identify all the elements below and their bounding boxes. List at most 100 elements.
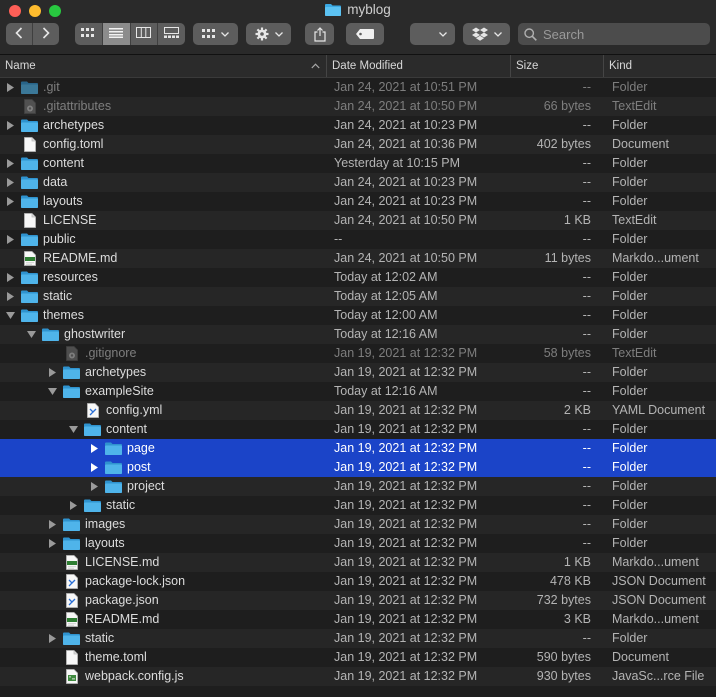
name-cell: page [88, 439, 155, 458]
disclosure-collapsed-icon[interactable] [88, 463, 100, 472]
disclosure-collapsed-icon[interactable] [4, 83, 16, 92]
disclosure-collapsed-icon[interactable] [67, 501, 79, 510]
file-row[interactable]: package.json Jan 19, 2021 at 12:32 PM 732 … [0, 591, 716, 610]
disclosure-collapsed-icon[interactable] [4, 292, 16, 301]
file-row[interactable]: config.yml Jan 19, 2021 at 12:32 PM 2 KB YA… [0, 401, 716, 420]
file-row[interactable]: .gitignore Jan 19, 2021 at 12:32 PM 58 byt… [0, 344, 716, 363]
disclosure-collapsed-icon[interactable] [4, 159, 16, 168]
file-size: 402 bytes [536, 137, 591, 151]
icon-view-button[interactable] [75, 23, 103, 45]
file-row[interactable]: public -- -- Folder [0, 230, 716, 249]
disclosure-collapsed-icon[interactable] [46, 520, 58, 529]
file-row[interactable]: .gitattributes Jan 24, 2021 at 10:50 PM 66… [0, 97, 716, 116]
file-row[interactable]: layouts Jan 19, 2021 at 12:32 PM -- Folder [0, 534, 716, 553]
name-column-header[interactable]: Name [0, 55, 326, 77]
search-field[interactable] [518, 23, 710, 45]
date-modified: Jan 19, 2021 at 12:32 PM [334, 441, 478, 455]
date-column-header[interactable]: Date Modified [326, 55, 510, 77]
file-row[interactable]: archetypes Jan 24, 2021 at 10:23 PM -- Fold… [0, 116, 716, 135]
share-button[interactable] [305, 23, 334, 45]
file-row[interactable]: webpack.config.js Jan 19, 2021 at 12:32 P… [0, 667, 716, 686]
file-row[interactable]: static Jan 19, 2021 at 12:32 PM -- Folder [0, 496, 716, 515]
file-row[interactable]: README.md Jan 24, 2021 at 10:50 PM 11 byte… [0, 249, 716, 268]
file-name: resources [43, 270, 98, 284]
file-kind: Document [612, 137, 669, 151]
file-size: -- [582, 175, 591, 189]
name-cell: config.yml [67, 401, 162, 420]
disclosure-collapsed-icon[interactable] [4, 235, 16, 244]
disclosure-collapsed-icon[interactable] [88, 482, 100, 491]
date-modified: Jan 24, 2021 at 10:23 PM [334, 118, 478, 132]
file-row[interactable]: static Today at 12:05 AM -- Folder [0, 287, 716, 306]
file-kind: Folder [612, 536, 648, 550]
disclosure-expanded-icon[interactable] [67, 426, 79, 433]
disclosure-collapsed-icon[interactable] [88, 444, 100, 453]
forward-button[interactable] [33, 23, 59, 45]
text-doc-icon [63, 612, 80, 627]
date-modified: Jan 19, 2021 at 12:32 PM [334, 517, 478, 531]
action-button[interactable] [246, 23, 291, 45]
group-by-button[interactable] [193, 23, 238, 45]
disclosure-collapsed-icon[interactable] [46, 634, 58, 643]
file-kind: Folder [612, 479, 648, 493]
disclosure-expanded-icon[interactable] [25, 331, 37, 338]
back-button[interactable] [6, 23, 33, 45]
file-row[interactable]: config.toml Jan 24, 2021 at 10:36 PM 402 b… [0, 135, 716, 154]
file-row[interactable]: exampleSite Today at 12:16 AM -- Folder [0, 382, 716, 401]
toolbar-popup-button[interactable] [410, 23, 455, 45]
file-row[interactable]: themes Today at 12:00 AM -- Folder [0, 306, 716, 325]
date-modified: Jan 19, 2021 at 12:32 PM [334, 403, 478, 417]
file-row[interactable]: LICENSE Jan 24, 2021 at 10:50 PM 1 KB TextE… [0, 211, 716, 230]
file-row[interactable]: project Jan 19, 2021 at 12:32 PM -- Folder [0, 477, 716, 496]
file-row[interactable]: static Jan 19, 2021 at 12:32 PM -- Folder [0, 629, 716, 648]
disclosure-collapsed-icon[interactable] [46, 368, 58, 377]
date-modified: Today at 12:16 AM [334, 384, 438, 398]
name-cell: images [46, 515, 125, 534]
date-modified: Jan 24, 2021 at 10:23 PM [334, 194, 478, 208]
file-row[interactable]: package-lock.json Jan 19, 2021 at 12:32 P… [0, 572, 716, 591]
disclosure-collapsed-icon[interactable] [4, 121, 16, 130]
file-row[interactable]: content Yesterday at 10:15 PM -- Folder [0, 154, 716, 173]
folder-icon [21, 271, 38, 284]
file-row[interactable]: .git Jan 24, 2021 at 10:51 PM -- Folder [0, 78, 716, 97]
disclosure-collapsed-icon[interactable] [4, 178, 16, 187]
file-row[interactable]: resources Today at 12:02 AM -- Folder [0, 268, 716, 287]
file-kind: TextEdit [612, 213, 657, 227]
search-input[interactable] [541, 25, 695, 43]
edit-tags-button[interactable] [346, 23, 384, 45]
file-row[interactable]: layouts Jan 24, 2021 at 10:23 PM -- Folder [0, 192, 716, 211]
file-row[interactable]: post Jan 19, 2021 at 12:32 PM -- Folder [0, 458, 716, 477]
file-row[interactable]: README.md Jan 19, 2021 at 12:32 PM 3 KB Mar… [0, 610, 716, 629]
file-row[interactable]: LICENSE.md Jan 19, 2021 at 12:32 PM 1 KB Ma… [0, 553, 716, 572]
file-row[interactable]: page Jan 19, 2021 at 12:32 PM -- Folder [0, 439, 716, 458]
disclosure-collapsed-icon[interactable] [4, 197, 16, 206]
chevron-down-icon [274, 31, 283, 37]
file-row[interactable]: theme.toml Jan 19, 2021 at 12:32 PM 590 by… [0, 648, 716, 667]
file-row[interactable]: content Jan 19, 2021 at 12:32 PM -- Folder [0, 420, 716, 439]
file-name: content [43, 156, 85, 170]
file-row[interactable]: data Jan 24, 2021 at 10:23 PM -- Folder [0, 173, 716, 192]
chevron-down-icon [221, 31, 229, 37]
file-name: package-lock.json [85, 574, 186, 588]
file-row[interactable]: images Jan 19, 2021 at 12:32 PM -- Folder [0, 515, 716, 534]
column-view-button[interactable] [130, 23, 159, 45]
size-column-header[interactable]: Size [510, 55, 603, 77]
gallery-view-button[interactable] [158, 23, 185, 45]
disclosure-collapsed-icon[interactable] [4, 273, 16, 282]
file-name: README.md [43, 251, 118, 265]
file-name: content [106, 422, 148, 436]
kind-column-header[interactable]: Kind [603, 55, 716, 77]
file-name: static [43, 289, 73, 303]
disclosure-expanded-icon[interactable] [4, 312, 16, 319]
name-cell: theme.toml [46, 648, 147, 667]
file-row[interactable]: ghostwriter Today at 12:16 AM -- Folder [0, 325, 716, 344]
date-modified: Jan 19, 2021 at 12:32 PM [334, 593, 478, 607]
disclosure-expanded-icon[interactable] [46, 388, 58, 395]
file-name: config.toml [43, 137, 104, 151]
file-size: 2 KB [563, 403, 591, 417]
file-row[interactable]: archetypes Jan 19, 2021 at 12:32 PM -- Fold… [0, 363, 716, 382]
disclosure-collapsed-icon[interactable] [46, 539, 58, 548]
list-view-button[interactable] [102, 23, 131, 45]
file-kind: JavaSc...rce File [612, 669, 705, 683]
dropbox-button[interactable] [463, 23, 510, 45]
